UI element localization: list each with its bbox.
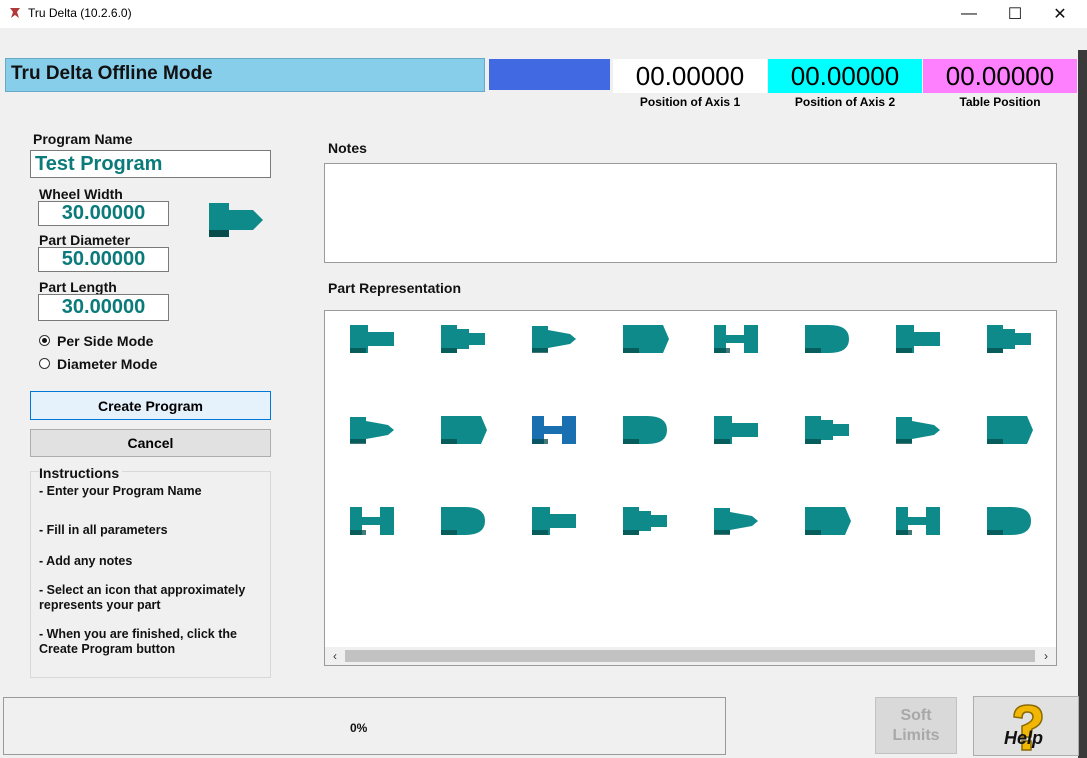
notes-label: Notes: [328, 140, 367, 156]
cancel-button[interactable]: Cancel: [30, 429, 271, 457]
title-bar: [0, 0, 1087, 28]
help-button[interactable]: Help: [973, 696, 1079, 756]
notes-textarea[interactable]: [324, 163, 1057, 263]
shaft-cone-icon[interactable]: [803, 411, 853, 451]
shaft-pointed-small-icon[interactable]: [530, 411, 580, 451]
part-representation-panel: [324, 310, 1057, 666]
instruction-item: - Enter your Program Name: [39, 484, 202, 498]
scroll-left-icon[interactable]: ‹: [326, 647, 344, 665]
part-length-label: Part Length: [39, 279, 117, 295]
progress-text: 0%: [350, 721, 368, 735]
background-strip: [1078, 50, 1087, 758]
shaft-round-end-icon[interactable]: [985, 411, 1035, 451]
part-diameter-input[interactable]: 50.00000: [38, 247, 169, 272]
shaft-double-taper-icon[interactable]: [439, 411, 489, 451]
shaft-multistep-icon[interactable]: [439, 320, 489, 360]
axis1-label: Position of Axis 1: [639, 95, 741, 109]
table-position-value: 00.00000: [923, 59, 1077, 93]
instruction-item: - When you are finished, click the Creat…: [39, 627, 237, 656]
shaft-pointed-icon[interactable]: [803, 320, 853, 360]
shaft-neck-icon[interactable]: [712, 320, 762, 360]
close-button[interactable]: ✕: [1037, 0, 1083, 28]
shaft-cone-step-icon[interactable]: [621, 411, 671, 451]
shaft-shoulder-icon[interactable]: [712, 502, 762, 542]
shaft-taper-step-icon[interactable]: [530, 320, 580, 360]
selected-part-preview-icon: [209, 203, 263, 237]
instructions-title: Instructions: [39, 465, 123, 481]
program-name-label: Program Name: [33, 131, 133, 147]
status-indicator: [489, 59, 610, 90]
per-side-mode-label[interactable]: Per Side Mode: [57, 333, 153, 349]
instruction-item: - Select an icon that approximately repr…: [39, 583, 246, 612]
wheel-width-label: Wheel Width: [39, 186, 123, 202]
shaft-step-icon[interactable]: [348, 320, 398, 360]
scroll-right-icon[interactable]: ›: [1037, 647, 1055, 665]
shaft-round-pin-icon[interactable]: [439, 502, 489, 542]
maximize-button[interactable]: ☐: [992, 0, 1038, 28]
create-program-button[interactable]: Create Program: [30, 391, 271, 420]
shaft-shoulder-step-icon[interactable]: [803, 502, 853, 542]
mode-title: Tru Delta Offline Mode: [11, 63, 213, 84]
shaft-tapered-pin-icon[interactable]: [621, 502, 671, 542]
shaft-taper-icon[interactable]: [621, 320, 671, 360]
diameter-mode-label[interactable]: Diameter Mode: [57, 356, 157, 372]
part-representation-label: Part Representation: [328, 280, 462, 296]
axis2-value: 00.00000: [768, 59, 922, 93]
shaft-plain-step-icon[interactable]: [985, 502, 1035, 542]
shaft-flare-icon[interactable]: [985, 320, 1035, 360]
window-title: Tru Delta (10.2.6.0): [28, 6, 132, 20]
minimize-button[interactable]: —: [946, 0, 992, 28]
help-label: Help: [1004, 728, 1044, 748]
shaft-collar-icon[interactable]: [894, 411, 944, 451]
axis2-label: Position of Axis 2: [794, 95, 896, 109]
soft-limits-button[interactable]: Soft Limits: [875, 697, 957, 754]
program-name-input[interactable]: Test Program: [30, 150, 271, 178]
axis1-value: 00.00000: [613, 59, 767, 93]
part-length-input[interactable]: 30.00000: [38, 294, 169, 321]
diameter-mode-radio[interactable]: [39, 358, 50, 369]
table-position-label: Table Position: [959, 95, 1041, 109]
wheel-width-input[interactable]: 30.00000: [38, 201, 169, 226]
shaft-shoulder-pin-icon[interactable]: [894, 502, 944, 542]
shaft-spool-icon[interactable]: [712, 411, 762, 451]
part-diameter-label: Part Diameter: [39, 232, 131, 248]
shaft-cone-pin-icon[interactable]: [530, 502, 580, 542]
instruction-item: - Add any notes: [39, 554, 133, 568]
scrollbar-thumb[interactable]: [345, 650, 1035, 662]
per-side-mode-radio[interactable]: [39, 335, 50, 346]
shaft-round-head-icon[interactable]: [348, 502, 398, 542]
shaft-groove-icon[interactable]: [894, 320, 944, 360]
shaft-concave-icon[interactable]: [348, 411, 398, 451]
instruction-item: - Fill in all parameters: [39, 523, 168, 537]
app-icon: [10, 8, 20, 18]
